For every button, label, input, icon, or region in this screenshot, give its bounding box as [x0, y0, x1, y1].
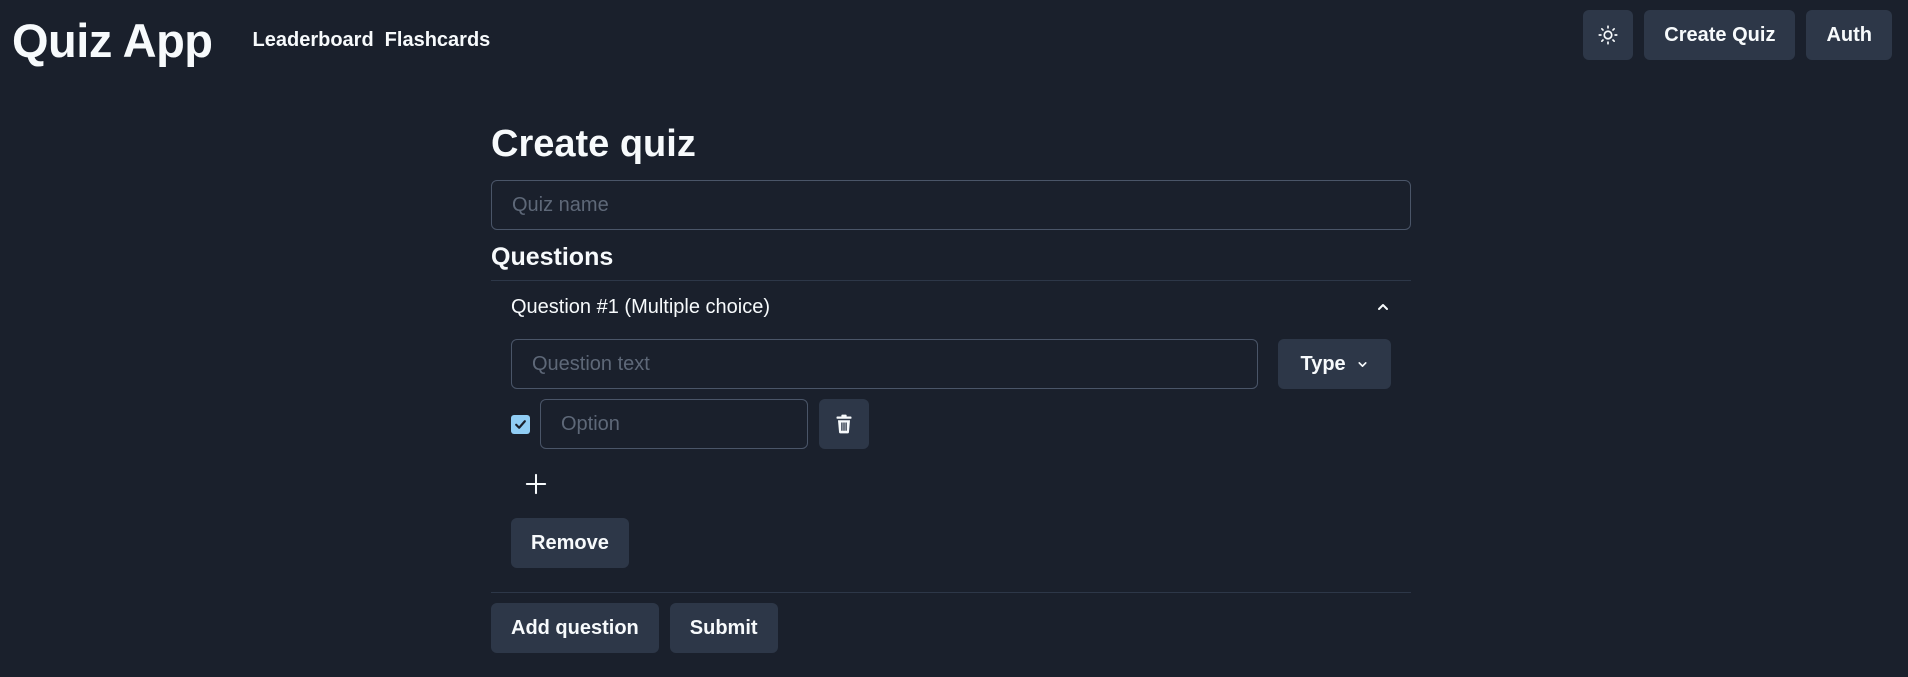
option-input[interactable] — [540, 399, 808, 449]
question-type-label: Type — [1300, 352, 1346, 375]
question-type-dropdown[interactable]: Type — [1278, 339, 1391, 389]
delete-option-button[interactable] — [819, 399, 869, 449]
question-text-row: Type — [511, 339, 1391, 389]
add-question-button[interactable]: Add question — [491, 603, 659, 653]
question-accordion-header[interactable]: Question #1 (Multiple choice) — [491, 281, 1411, 333]
create-quiz-form: Create quiz Questions Question #1 (Multi… — [491, 118, 1411, 653]
top-navbar: Quiz App Leaderboard Flashcards Create Q… — [0, 0, 1908, 80]
create-quiz-button[interactable]: Create Quiz — [1644, 10, 1796, 60]
question-accordion-panel: Type — [491, 333, 1411, 592]
option-row — [511, 399, 1391, 449]
checkmark-icon — [515, 419, 526, 429]
theme-toggle-button[interactable] — [1583, 10, 1634, 60]
chevron-down-icon — [1358, 361, 1367, 367]
question-text-input[interactable] — [511, 339, 1259, 389]
nav-link-leaderboard[interactable]: Leaderboard — [253, 29, 374, 52]
app-logo-title[interactable]: Quiz App — [12, 13, 213, 68]
remove-question-button[interactable]: Remove — [511, 518, 629, 568]
header-actions: Create Quiz Auth — [1583, 10, 1892, 60]
add-option-button[interactable] — [511, 459, 561, 509]
quiz-name-input[interactable] — [491, 180, 1411, 230]
question-title: Question #1 (Multiple choice) — [511, 295, 771, 318]
auth-button[interactable]: Auth — [1806, 10, 1892, 60]
submit-button[interactable]: Submit — [669, 603, 778, 653]
question-accordion: Question #1 (Multiple choice) Type — [491, 280, 1411, 593]
form-actions: Add question Submit — [491, 603, 1411, 653]
page-title: Create quiz — [491, 123, 696, 165]
nav-link-flashcards[interactable]: Flashcards — [385, 29, 491, 52]
trash-icon — [836, 414, 852, 434]
sun-icon — [1598, 25, 1618, 45]
questions-heading: Questions — [491, 243, 614, 271]
plus-icon — [525, 473, 547, 495]
option-correct-checkbox[interactable] — [511, 414, 530, 434]
chevron-up-icon — [1378, 304, 1388, 310]
